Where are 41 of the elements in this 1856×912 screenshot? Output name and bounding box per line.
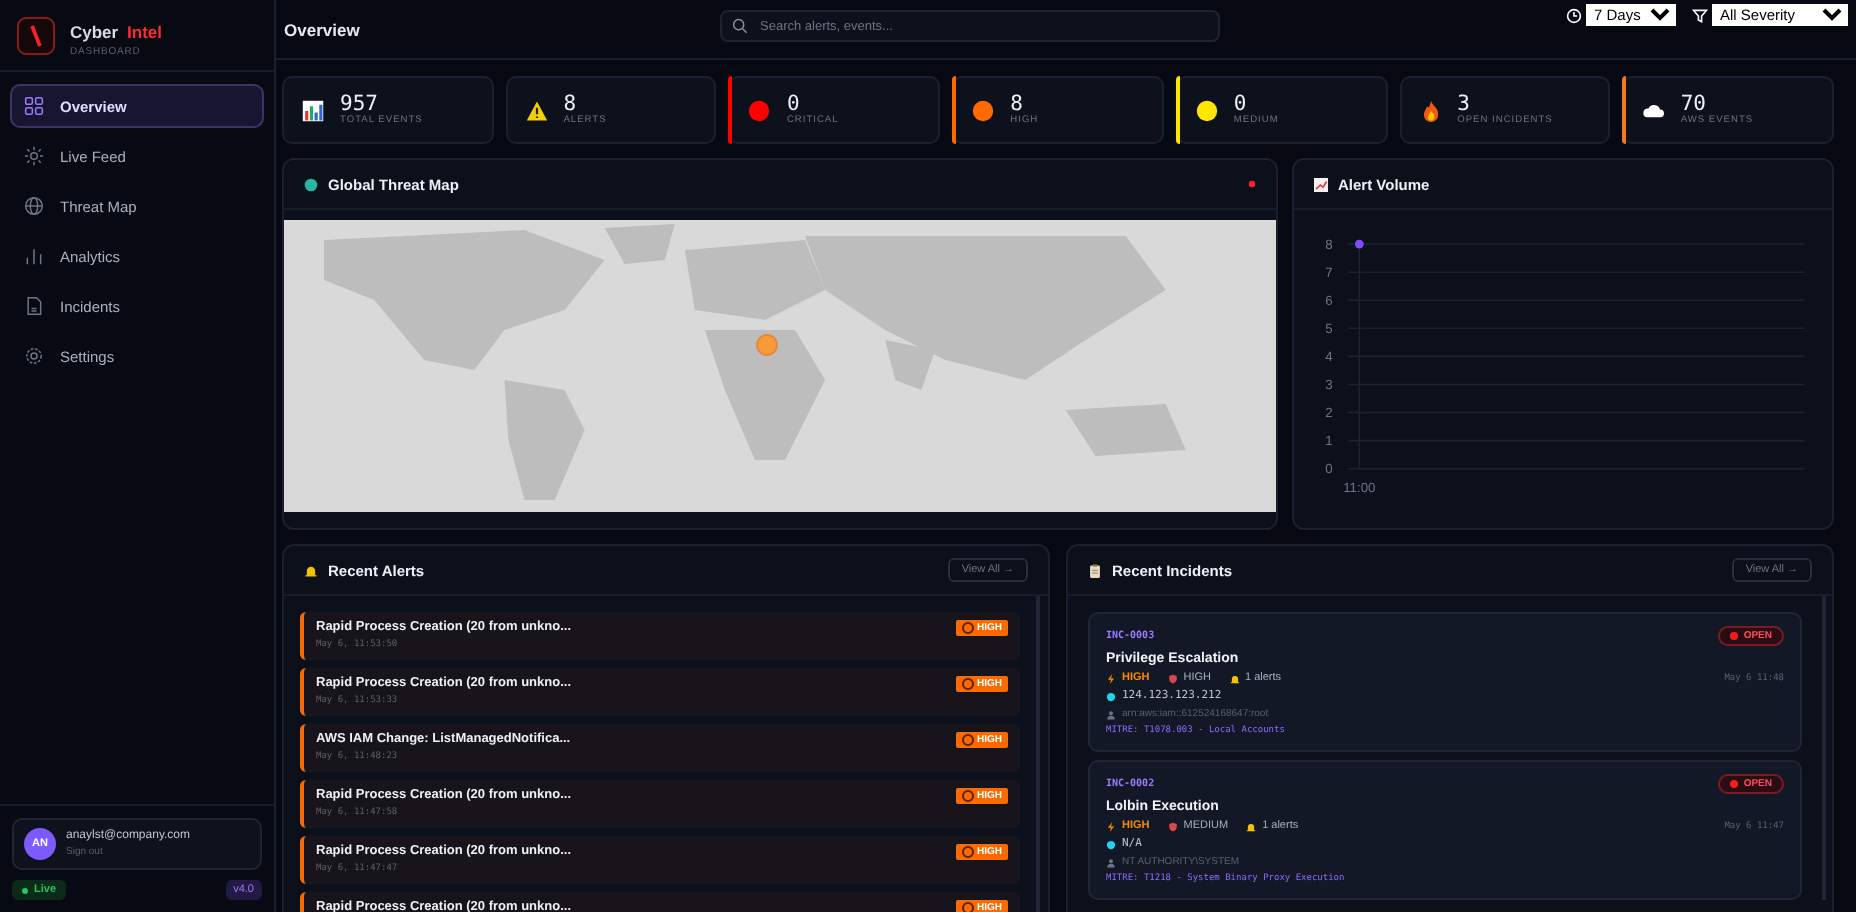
stat-value: 70 <box>1680 93 1708 116</box>
stat-value: 0 <box>786 93 800 116</box>
stat-value: 957 <box>340 93 379 116</box>
search-icon <box>732 18 748 34</box>
shield-icon <box>1167 673 1178 683</box>
stat-value: 8 <box>1010 93 1023 116</box>
bar-chart-icon <box>24 246 44 266</box>
ip-dot-icon <box>1106 691 1116 701</box>
clipboard-icon <box>1088 563 1102 577</box>
stat-value: 8 <box>563 93 577 116</box>
lightning-icon <box>1106 673 1116 683</box>
shield-icon <box>1167 821 1178 831</box>
person-icon <box>1106 857 1116 867</box>
document-icon <box>24 296 44 316</box>
bell-icon <box>1246 821 1257 831</box>
settings-icon <box>24 346 44 366</box>
stat-value: 3 <box>1457 93 1470 116</box>
warning-icon <box>525 99 548 121</box>
page-title: Overview <box>284 19 360 39</box>
brand-name: Cyber <box>70 21 119 42</box>
lightning-icon <box>1106 821 1116 831</box>
status-dot-icon <box>1195 99 1218 121</box>
bell-icon <box>1229 673 1239 683</box>
stat-value: 0 <box>1233 93 1247 116</box>
sun-icon <box>24 146 44 166</box>
chart-icon <box>1314 177 1328 191</box>
data-point <box>1354 239 1364 249</box>
bell-icon <box>304 563 318 577</box>
clock-icon <box>1566 7 1582 23</box>
grid-icon <box>24 96 44 116</box>
flame-icon <box>1419 99 1442 121</box>
filter-icon <box>1692 7 1708 23</box>
cloud-icon <box>1642 99 1665 121</box>
ip-dot-icon <box>1106 839 1116 849</box>
status-dot-icon <box>972 99 995 121</box>
bar-chart-icon <box>302 99 324 121</box>
brand-accent: Intel <box>127 21 163 42</box>
live-dot-icon <box>1248 180 1256 188</box>
status-dot-icon <box>748 99 771 121</box>
person-icon <box>1106 709 1116 719</box>
logo-icon <box>16 15 56 55</box>
